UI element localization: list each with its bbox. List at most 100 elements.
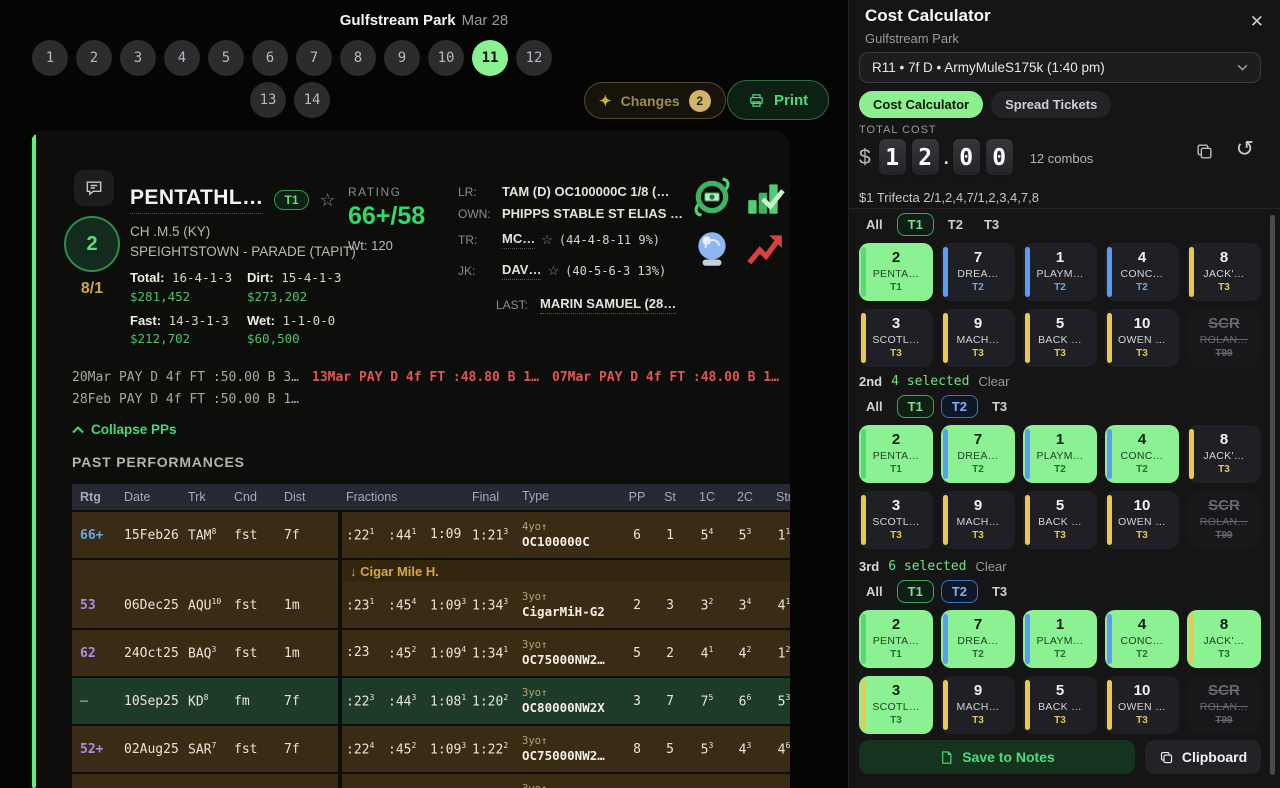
tier-filter-t3[interactable]: T3 — [985, 581, 1014, 602]
print-button[interactable]: Print — [727, 80, 829, 120]
collapse-pps-link[interactable]: Collapse PPs — [72, 422, 177, 437]
tab-cost-calculator[interactable]: Cost Calculator — [859, 91, 983, 118]
race-button-13[interactable]: 13 — [250, 82, 286, 118]
pp-row[interactable]: 5007Jun25SAR5slys7f:222:4441:101:233yo↑O… — [72, 774, 790, 788]
horse-card-1[interactable]: 1PLAYM…T2 — [1023, 425, 1097, 483]
race-button-5[interactable]: 5 — [208, 40, 244, 76]
save-to-notes-button[interactable]: Save to Notes — [859, 740, 1135, 774]
horse-card-10[interactable]: 10OWEN …T3 — [1105, 491, 1179, 549]
tier-filter-t2[interactable]: T2 — [941, 580, 978, 603]
clear-button[interactable]: Clear — [978, 374, 1009, 389]
horse-card-2[interactable]: 2PENTA…T1 — [859, 610, 933, 668]
crystal-ball-icon — [690, 228, 734, 270]
race-button-6[interactable]: 6 — [252, 40, 288, 76]
race-button-2[interactable]: 2 — [76, 40, 112, 76]
race-button-14[interactable]: 14 — [294, 82, 330, 118]
cost-digit: 1 — [878, 138, 907, 178]
tier-filter-all[interactable]: All — [859, 581, 890, 602]
race-button-4[interactable]: 4 — [164, 40, 200, 76]
workout-entry: 20Mar PAY D 4f FT :50.00 B 3… — [72, 370, 312, 385]
race-select-dropdown[interactable]: R11 • 7f D • ArmyMuleS175k (1:40 pm) — [859, 52, 1261, 83]
connection-value: PHIPPS STABLE ST ELIAS … — [502, 206, 683, 221]
race-button-12[interactable]: 12 — [516, 40, 552, 76]
pp-row[interactable]: 66+15Feb26TAM8fst7f:221:4411:091:2134yo↑… — [72, 512, 790, 558]
horse-card-1[interactable]: 1PLAYM…T2 — [1023, 610, 1097, 668]
horse-card-5[interactable]: 5BACK …T3 — [1023, 491, 1097, 549]
horse-card-3[interactable]: 3SCOTL…T3 — [859, 491, 933, 549]
horse-profile-line2: SPEIGHTSTOWN - PARADE (TAPIT) — [130, 244, 356, 259]
horse-card-3[interactable]: 3SCOTL…T3 — [859, 309, 933, 367]
tab-spread-tickets[interactable]: Spread Tickets — [991, 91, 1111, 118]
horse-card-4[interactable]: 4CONC…T2 — [1105, 243, 1179, 301]
app: Gulfstream ParkMar 28 123456789101112 13… — [0, 0, 1280, 788]
record-stats: Total: 16-4-1-3 $281,452Dirt: 15-4-1-3 $… — [130, 268, 362, 349]
race-button-11[interactable]: 11 — [472, 40, 508, 76]
changes-button[interactable]: ✦ Changes 2 — [584, 82, 726, 119]
scrollbar-thumb[interactable] — [1270, 215, 1275, 775]
tier-filter-t1[interactable]: T1 — [897, 395, 934, 418]
race-button-7[interactable]: 7 — [296, 40, 332, 76]
horse-card-10[interactable]: 10OWEN …T3 — [1105, 676, 1179, 734]
pp-row[interactable]: 5306Dec25AQU10fst1m:231:4541:0931:3433yo… — [72, 582, 790, 628]
tier-accent-bar — [1107, 495, 1112, 545]
race-button-9[interactable]: 9 — [384, 40, 420, 76]
pp-row[interactable]: 6224Oct25BAQ3fst1m:23:4521:0941:3413yo↑O… — [72, 630, 790, 676]
horse-card-5[interactable]: 5BACK …T3 — [1023, 676, 1097, 734]
horse-card-7[interactable]: 7DREA…T2 — [941, 243, 1015, 301]
horse-detail-card: 2 8/1 PENTATHL… T1 ☆ CH .M.5 (KY) SPEIGH… — [30, 130, 790, 788]
horse-card-7[interactable]: 7DREA…T2 — [941, 610, 1015, 668]
clipboard-button[interactable]: Clipboard — [1145, 740, 1261, 774]
connection-value[interactable]: DAV… — [502, 262, 541, 280]
chevron-up-icon — [72, 426, 84, 434]
star-icon[interactable]: ☆ — [547, 263, 559, 279]
tier-filter-t3[interactable]: T3 — [977, 214, 1006, 235]
horse-card-10[interactable]: 10OWEN …T3 — [1105, 309, 1179, 367]
horse-card-9[interactable]: 9MACH…T3 — [941, 309, 1015, 367]
tier-filter-t2[interactable]: T2 — [941, 214, 970, 235]
horse-card-9[interactable]: 9MACH…T3 — [941, 491, 1015, 549]
comment-button[interactable] — [74, 170, 114, 206]
horse-card-8[interactable]: 8JACK'…T3 — [1187, 610, 1261, 668]
horse-card-SCR[interactable]: SCRROLAN…T99 — [1187, 676, 1261, 734]
tier-accent-bar — [1189, 429, 1194, 479]
horse-card-3[interactable]: 3SCOTL…T3 — [859, 676, 933, 734]
pp-row[interactable]: 52+02Aug25SAR7fst7f:224:4521:0931:2223yo… — [72, 726, 790, 772]
race-button-1[interactable]: 1 — [32, 40, 68, 76]
record-stat: Fast: 14-3-1-3 $212,702 — [130, 311, 244, 350]
tier-filter-all[interactable]: All — [859, 396, 890, 417]
tier-filter-t1[interactable]: T1 — [897, 213, 934, 236]
connection-value[interactable]: MARIN SAMUEL (28… — [540, 296, 676, 314]
tier-accent-bar — [1189, 247, 1194, 297]
tier-filter-all[interactable]: All — [859, 214, 890, 235]
horse-card-8[interactable]: 8JACK'…T3 — [1187, 243, 1261, 301]
horse-card-2[interactable]: 2PENTA…T1 — [859, 425, 933, 483]
horse-card-8[interactable]: 8JACK'…T3 — [1187, 425, 1261, 483]
tier-filter-t1[interactable]: T1 — [897, 580, 934, 603]
horse-card-7[interactable]: 7DREA…T2 — [941, 425, 1015, 483]
copy-icon[interactable] — [1195, 142, 1214, 164]
race-button-10[interactable]: 10 — [428, 40, 464, 76]
race-button-8[interactable]: 8 — [340, 40, 376, 76]
clear-button[interactable]: Clear — [976, 559, 1007, 574]
tier-filter-t2[interactable]: T2 — [941, 395, 978, 418]
reset-icon[interactable]: ↺ — [1236, 136, 1254, 162]
connection-row: LR:TAM (D) OC100000C 1/8 (… — [458, 184, 690, 199]
race-button-3[interactable]: 3 — [120, 40, 156, 76]
close-icon[interactable]: ✕ — [1250, 12, 1264, 32]
horse-name[interactable]: PENTATHL… — [130, 186, 263, 214]
horse-card-5[interactable]: 5BACK …T3 — [1023, 309, 1097, 367]
horse-card-4[interactable]: 4CONC…T2 — [1105, 425, 1179, 483]
horse-grid: 2PENTA…T17DREA…T21PLAYM…T24CONC…T28JACK'… — [859, 243, 1261, 367]
horse-card-4[interactable]: 4CONC…T2 — [1105, 610, 1179, 668]
pp-row[interactable]: —10Sep25KD8fm7f:223:4431:0811:2023yo↑OC8… — [72, 678, 790, 724]
connection-row: OWN:PHIPPS STABLE ST ELIAS … — [458, 206, 690, 221]
horse-card-SCR[interactable]: SCRROLAN…T99 — [1187, 491, 1261, 549]
horse-card-9[interactable]: 9MACH…T3 — [941, 676, 1015, 734]
horse-card-1[interactable]: 1PLAYM…T2 — [1023, 243, 1097, 301]
tier-filter-t3[interactable]: T3 — [985, 396, 1014, 417]
connection-value[interactable]: MC… — [502, 231, 535, 249]
horse-card-SCR[interactable]: SCRROLAN…T99 — [1187, 309, 1261, 367]
star-icon[interactable]: ☆ — [320, 190, 336, 211]
horse-card-2[interactable]: 2PENTA…T1 — [859, 243, 933, 301]
star-icon[interactable]: ☆ — [541, 232, 553, 248]
